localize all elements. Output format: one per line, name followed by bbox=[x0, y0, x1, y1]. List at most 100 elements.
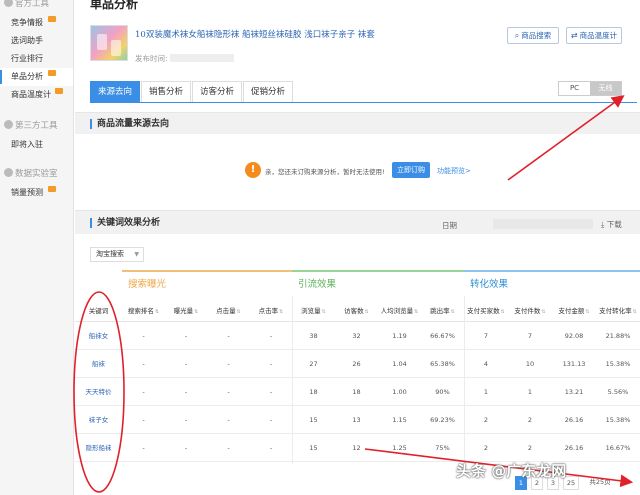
table-row: 袜子女 - - - - 15 13 1.15 69.23% 2 2 26.16 15.38% bbox=[75, 407, 640, 434]
subscribe-now-button[interactable]: 立即订购 bbox=[392, 162, 430, 178]
table-header-row: 关键词 搜索排名⇅ 曝光量⇅ 点击量⇅ 点击率⇅ 浏览量⇅ 访客数⇅ 人均浏览量… bbox=[75, 300, 640, 322]
table-cell: 1.15 bbox=[392, 416, 407, 424]
toggle-pc[interactable]: PC bbox=[559, 82, 590, 95]
table-cell: 66.67% bbox=[430, 332, 455, 340]
table-cell: 65.38% bbox=[430, 360, 455, 368]
toolbox-icon bbox=[4, 0, 13, 7]
col-header[interactable]: 点击率⇅ bbox=[250, 300, 292, 322]
new-badge-icon bbox=[55, 88, 63, 94]
keyword-link[interactable]: 天天特价 bbox=[75, 379, 122, 406]
thermometer-button[interactable]: ⇄ 商品温度计 bbox=[566, 27, 622, 44]
product-name-link[interactable]: 10双装魔术袜女船袜隐形袜 船袜短丝袜硅胶 浅口袜子亲子 袜套 bbox=[135, 28, 375, 40]
publish-time: 发布时间: bbox=[135, 53, 234, 64]
tab-promotion-analysis[interactable]: 促销分析 bbox=[243, 81, 293, 103]
sort-icon: ⇅ bbox=[194, 309, 199, 315]
sort-icon: ⇅ bbox=[585, 309, 590, 315]
table-cell: 7 bbox=[483, 332, 489, 340]
table-cell: 38 bbox=[309, 332, 318, 340]
sidebar-item-industry-rank[interactable]: 行业排行 bbox=[0, 50, 73, 68]
sidebar-item-coming-soon[interactable]: 即将入驻 bbox=[0, 136, 73, 154]
table-cell: - bbox=[227, 332, 230, 340]
product-thumbnail[interactable] bbox=[90, 25, 128, 61]
table-cell: - bbox=[142, 388, 145, 396]
section-title: 关键词效果分析 bbox=[90, 218, 160, 228]
keyword-link[interactable]: 袜子女 bbox=[75, 407, 122, 434]
notice-text: 亲，您还未订购来源分析，暂时无法使用! bbox=[265, 168, 385, 176]
group-traffic-effect: 引流效果 bbox=[292, 270, 464, 296]
col-header[interactable]: 支付买家数⇅ bbox=[464, 300, 508, 322]
table-cell: 15.38% bbox=[605, 360, 631, 368]
table-cell: 2 bbox=[527, 416, 533, 424]
table-cell: 1 bbox=[527, 388, 533, 396]
sidebar-item-competition[interactable]: 竞争情报 bbox=[0, 14, 73, 32]
table-row: 船袜 - - - - 27 26 1.04 65.38% 4 10 131.13 15.38% bbox=[75, 351, 640, 378]
table-cell: - bbox=[184, 416, 188, 424]
chevron-down-icon: ▼ bbox=[134, 251, 139, 258]
search-icon: ⌕ bbox=[514, 31, 520, 40]
col-header[interactable]: 支付件数⇅ bbox=[508, 300, 552, 322]
table-cell: 13 bbox=[352, 416, 361, 424]
tab-sales-analysis[interactable]: 销售分析 bbox=[141, 81, 191, 103]
table-cell: - bbox=[269, 444, 273, 452]
table-cell: 7 bbox=[527, 332, 533, 340]
main-content: 单品分析 10双装魔术袜女船袜隐形袜 船袜短丝袜硅胶 浅口袜子亲子 袜套 发布时… bbox=[75, 0, 640, 495]
table-cell: 1.25 bbox=[392, 444, 407, 452]
table-cell: 15 bbox=[309, 444, 318, 452]
col-header[interactable]: 跳出率⇅ bbox=[421, 300, 464, 322]
table-cell: 15 bbox=[309, 416, 318, 424]
col-header[interactable]: 点击量⇅ bbox=[207, 300, 250, 322]
table-cell: 26.16 bbox=[564, 416, 584, 424]
table-cell: 13.21 bbox=[564, 388, 584, 396]
table-cell: 18 bbox=[309, 388, 318, 396]
col-header[interactable]: 支付金额⇅ bbox=[552, 300, 596, 322]
table-cell: - bbox=[142, 360, 145, 368]
sort-icon: ⇅ bbox=[364, 309, 369, 315]
table-cell: 75% bbox=[435, 444, 450, 452]
page-total: 共25页 bbox=[589, 478, 611, 486]
keyword-link[interactable]: 船袜女 bbox=[75, 323, 122, 350]
download-icon: ⤓ bbox=[601, 220, 605, 229]
table-cell: - bbox=[227, 444, 230, 452]
table-cell: - bbox=[269, 332, 273, 340]
table-cell: - bbox=[227, 360, 230, 368]
col-header[interactable]: 人均浏览量⇅ bbox=[378, 300, 421, 322]
table-cell: 1 bbox=[483, 388, 489, 396]
col-header[interactable]: 曝光量⇅ bbox=[165, 300, 207, 322]
table-cell: - bbox=[227, 416, 230, 424]
group-conversion-effect: 转化效果 bbox=[464, 270, 640, 296]
source-select[interactable]: 淘宝搜索 ▼ bbox=[90, 247, 144, 262]
keyword-link[interactable]: 隐形船袜 bbox=[75, 435, 122, 462]
flask-icon bbox=[4, 168, 13, 177]
date-range-picker[interactable] bbox=[493, 219, 593, 229]
gear-icon bbox=[4, 120, 13, 129]
feature-preview-link[interactable]: 功能预览> bbox=[437, 166, 471, 176]
page-title: 单品分析 bbox=[90, 0, 139, 11]
sidebar-item-sales-forecast[interactable]: 销量预测 bbox=[0, 184, 73, 202]
sidebar-item-keyword-helper[interactable]: 选词助手 bbox=[0, 32, 73, 50]
toggle-wireless[interactable]: 无线 bbox=[590, 82, 621, 95]
sidebar-item-item-analysis[interactable]: 单品分析 bbox=[0, 68, 73, 86]
table-cell: - bbox=[184, 388, 188, 396]
download-link[interactable]: ⤓ 下载 bbox=[601, 219, 622, 230]
table-cell: 1.00 bbox=[392, 388, 407, 396]
tab-visitor-analysis[interactable]: 访客分析 bbox=[192, 81, 242, 103]
refresh-icon: ⇄ bbox=[570, 31, 578, 40]
table-cell: - bbox=[184, 444, 188, 452]
table-row: 船袜女 - - - - 38 32 1.19 66.67% 7 7 92.08 21.88% bbox=[75, 323, 640, 350]
tab-underline bbox=[90, 102, 637, 103]
table-cell: 12 bbox=[352, 444, 361, 452]
col-header[interactable]: 访客数⇅ bbox=[335, 300, 378, 322]
table-cell: 32 bbox=[352, 332, 361, 340]
keyword-link[interactable]: 船袜 bbox=[75, 351, 122, 378]
col-header[interactable]: 搜索排名⇅ bbox=[122, 300, 165, 322]
sort-icon: ⇅ bbox=[541, 309, 546, 315]
product-search-button[interactable]: ⌕ 商品搜索 bbox=[507, 27, 559, 44]
sidebar-item-thermometer[interactable]: 商品温度计 bbox=[0, 86, 73, 104]
table-cell: - bbox=[184, 360, 188, 368]
table-cell: 21.88% bbox=[605, 332, 631, 340]
col-header[interactable]: 支付转化率⇅ bbox=[596, 300, 640, 322]
table-cell: 10 bbox=[525, 360, 535, 368]
table-cell: 16.67% bbox=[605, 444, 631, 452]
tab-source-destination[interactable]: 来源去向 bbox=[90, 81, 140, 103]
col-header[interactable]: 浏览量⇅ bbox=[292, 300, 335, 322]
